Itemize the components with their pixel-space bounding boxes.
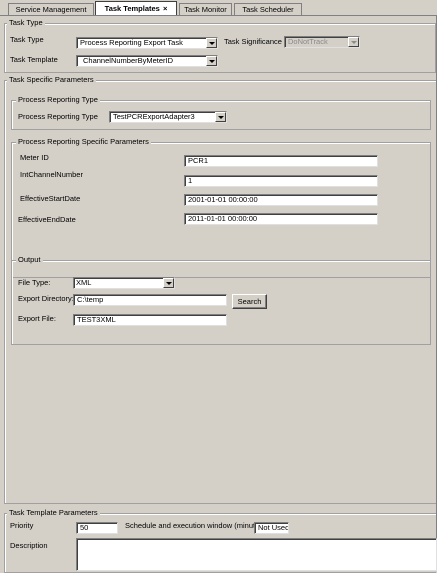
process-reporting-type-legend: Process Reporting Type (16, 95, 100, 105)
tab-divider (0, 15, 437, 16)
export-file-input[interactable]: TEST3XML (73, 314, 227, 326)
schedule-window-input[interactable]: Not Used (254, 522, 289, 534)
task-type-label: Task Type (10, 35, 44, 44)
effective-end-date-label: EffectiveEndDate (18, 215, 76, 224)
chevron-down-icon (348, 37, 359, 47)
description-textarea[interactable] (76, 538, 437, 571)
tab-label: Service Management (15, 5, 87, 14)
effective-start-date-input[interactable]: 2001-01-01 00:00:00 (184, 194, 378, 206)
task-template-label: Task Template (10, 55, 58, 64)
chevron-down-icon[interactable] (206, 56, 217, 66)
task-significance-label: Task Significance (224, 37, 282, 46)
tab-bar: Service Management Task Templates × Task… (0, 0, 437, 16)
export-directory-input[interactable]: C:\temp (73, 294, 227, 306)
chevron-down-icon[interactable] (206, 38, 217, 48)
tab-label: Task Templates (104, 4, 160, 13)
tab-label: Task Monitor (184, 5, 227, 14)
export-file-label: Export File: (18, 314, 56, 323)
chevron-down-icon[interactable] (163, 278, 174, 288)
search-button[interactable]: Search (232, 294, 267, 309)
close-icon[interactable]: × (163, 4, 167, 13)
meter-id-input[interactable]: PCR1 (184, 155, 378, 167)
task-template-select[interactable]: ChannelNumberByMeterID (76, 55, 218, 67)
description-label: Description (10, 541, 48, 550)
task-template-params-legend: Task Template Parameters (7, 508, 100, 518)
priority-label: Priority (10, 521, 34, 530)
process-reporting-type-value: TestPCRExportAdapter3 (113, 112, 195, 121)
effective-end-date-input[interactable]: 2011-01-01 00:00:00 (184, 213, 378, 225)
int-channel-number-input[interactable]: 1 (184, 175, 378, 187)
task-specific-params-legend: Task Specific Parameters (7, 75, 96, 85)
task-type-value: Process Reporting Export Task (80, 38, 183, 47)
task-significance-select: DoNotTrack (284, 36, 360, 48)
meter-id-label: Meter ID (20, 153, 49, 162)
tab-label: Task Scheduler (242, 5, 294, 14)
task-significance-value: DoNotTrack (288, 37, 328, 46)
task-type-select[interactable]: Process Reporting Export Task (76, 37, 218, 49)
int-channel-number-label: IntChannelNumber (20, 170, 83, 179)
file-type-label: File Type: (18, 278, 51, 287)
export-directory-label: Export Directory: (18, 294, 74, 303)
file-type-select[interactable]: XML (73, 277, 175, 289)
file-type-value: XML (76, 278, 92, 287)
chevron-down-icon[interactable] (215, 112, 226, 122)
process-reporting-type-select[interactable]: TestPCRExportAdapter3 (109, 111, 227, 123)
process-reporting-specific-legend: Process Reporting Specific Parameters (16, 137, 151, 147)
process-reporting-type-label: Process Reporting Type (18, 112, 98, 121)
tab-task-templates[interactable]: Task Templates × (95, 1, 177, 16)
schedule-window-label: Schedule and execution window (minutes) (125, 521, 266, 530)
task-type-legend: Task Type (7, 18, 45, 28)
task-type-group: Task Type (4, 18, 436, 73)
output-legend: Output (16, 255, 43, 265)
task-template-value: ChannelNumberByMeterID (83, 56, 174, 65)
effective-start-date-label: EffectiveStartDate (20, 194, 81, 203)
priority-input[interactable]: 50 (76, 522, 118, 534)
